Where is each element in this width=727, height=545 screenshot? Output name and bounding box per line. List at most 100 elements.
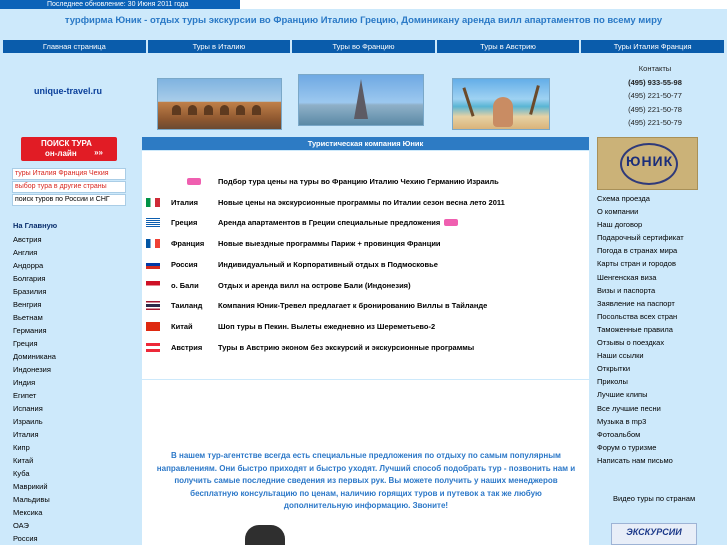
country-link[interactable]: Россия — [13, 532, 56, 545]
video-tours-label: Видео туры по странам — [613, 494, 696, 503]
right-link[interactable]: Все лучшие песни — [597, 404, 661, 413]
offer-description[interactable]: Индивидуальный и Корпоративный отдых в П… — [218, 258, 438, 272]
country-link[interactable]: Англия — [13, 246, 56, 259]
offer-row[interactable]: Греция Аренда апартаментов в Греции специ… — [142, 216, 589, 230]
right-link[interactable]: Наш договор — [597, 220, 642, 229]
country-link[interactable]: ОАЭ — [13, 519, 56, 532]
right-link[interactable]: Приколы — [597, 377, 628, 386]
country-link[interactable]: Мексика — [13, 506, 56, 519]
country-link[interactable]: Кипр — [13, 441, 56, 454]
double-arrow-icon: »» — [94, 148, 103, 157]
left-link-other-countries[interactable]: выбор тура в другие страны — [12, 181, 126, 193]
right-link[interactable]: Подарочный сертификат — [597, 233, 684, 242]
right-link[interactable]: О компании — [597, 207, 638, 216]
country-link[interactable]: Китай — [13, 454, 56, 467]
country-link[interactable]: Италия — [13, 428, 56, 441]
offer-country: Италия — [171, 198, 198, 207]
offer-row[interactable]: Россия Индивидуальный и Корпоративный отд… — [142, 258, 589, 272]
country-link[interactable]: Болгария — [13, 272, 56, 285]
home-link[interactable]: На Главную — [13, 221, 57, 230]
country-link[interactable]: Андорра — [13, 259, 56, 272]
offer-description[interactable]: Новые выездные программы Париж + провинц… — [218, 237, 441, 251]
beach-photo — [452, 78, 550, 130]
country-link[interactable]: Бразилия — [13, 285, 56, 298]
country-link[interactable]: Куба — [13, 467, 56, 480]
offer-row[interactable]: о. Бали Отдых и аренда вилл на острове Ба… — [142, 279, 589, 293]
right-link[interactable]: Форум о туризме — [597, 443, 656, 452]
right-link[interactable]: Открытки — [597, 364, 630, 373]
site-name[interactable]: unique-travel.ru — [34, 86, 102, 96]
country-link[interactable]: Германия — [13, 324, 56, 337]
offer-row[interactable]: Франция Новые выездные программы Париж + … — [142, 237, 589, 251]
right-link[interactable]: Таможенные правила — [597, 325, 673, 334]
offer-country: Таиланд — [171, 301, 203, 310]
offer-row[interactable]: Китай Шоп туры в Пекин. Вылеты ежедневно … — [142, 320, 589, 334]
main-nav: Главная страница Туры в Италию Туры во Ф… — [0, 40, 727, 53]
country-link[interactable]: Вьетнам — [13, 311, 56, 324]
right-link[interactable]: Схема проезда — [597, 194, 650, 203]
offer-description[interactable]: Новые цены на экскурсионные программы по… — [218, 196, 505, 210]
country-link[interactable]: Греция — [13, 337, 56, 350]
country-link[interactable]: Мальдивы — [13, 493, 56, 506]
offer-row[interactable]: Австрия Туры в Австрию эконом без экскурс… — [142, 341, 589, 355]
right-link[interactable]: Заявление на паспорт — [597, 299, 675, 308]
country-list: Австрия Англия Андорра Болгария Бразилия Венг… — [13, 233, 56, 545]
telephone-icon — [245, 525, 285, 545]
company-logo[interactable]: ЮНИК — [597, 137, 698, 190]
country-link[interactable]: Австрия — [13, 233, 56, 246]
country-link[interactable]: Испания — [13, 402, 56, 415]
right-link[interactable]: Отзывы о поездках — [597, 338, 664, 347]
offer-row[interactable]: Подбор тура цены на туры во Францию Итал… — [142, 175, 589, 189]
intro-text: В нашем тур-агентстве всегда есть специа… — [156, 451, 576, 510]
phone-1: (495) 933-55-98 — [628, 77, 682, 87]
excursions-banner[interactable]: ЭКСКУРСИИ — [611, 523, 697, 545]
phone-2: (495) 221-50-77 — [628, 91, 682, 100]
search-tour-line2: он-лайн — [45, 149, 77, 158]
right-link[interactable]: Визы и паспорта — [597, 286, 655, 295]
country-link[interactable]: Индия — [13, 376, 56, 389]
offer-description[interactable]: Шоп туры в Пекин. Вылеты ежедневно из Ше… — [218, 320, 435, 334]
offers-panel: Подбор тура цены на туры во Францию Итал… — [142, 151, 589, 379]
country-link[interactable]: Египет — [13, 389, 56, 402]
offer-description[interactable]: Компания Юник-Тревел предлагает к бронир… — [218, 299, 487, 313]
russia-flag-icon — [146, 260, 160, 269]
page-headline: турфирма Юник - отдых туры экскурсии во … — [0, 9, 727, 40]
nav-france[interactable]: Туры во Францию — [292, 40, 435, 53]
right-link[interactable]: Шенгенская виза — [597, 273, 656, 282]
left-link-italy-france-czech[interactable]: туры Италия Франция Чехия — [12, 168, 126, 180]
offer-row[interactable]: Италия Новые цены на экскурсионные програ… — [142, 196, 589, 210]
eiffel-tower-photo — [298, 74, 424, 126]
nav-austria[interactable]: Туры в Австрию — [436, 40, 580, 53]
contacts-title: Контакты — [638, 64, 672, 73]
france-flag-icon — [146, 239, 160, 248]
nav-home[interactable]: Главная страница — [3, 40, 146, 53]
right-link[interactable]: Написать нам письмо — [597, 456, 673, 465]
right-link[interactable]: Лучшие клипы — [597, 390, 648, 399]
nav-italy-france[interactable]: Туры Италия Франция — [581, 40, 724, 53]
left-link-russia-cis[interactable]: поиск туров по России и СНГ — [12, 194, 126, 206]
offer-row[interactable]: Таиланд Компания Юник-Тревел предлагает к… — [142, 299, 589, 313]
offer-description[interactable]: Туры в Австрию эконом без экскурсий и эк… — [218, 341, 474, 355]
right-link[interactable]: Наши ссылки — [597, 351, 644, 360]
right-link[interactable]: Музыка в mp3 — [597, 417, 646, 426]
offer-country: Греция — [171, 218, 198, 227]
country-link[interactable]: Израиль — [13, 415, 56, 428]
right-link[interactable]: Посольства всех стран — [597, 312, 677, 321]
country-link[interactable]: Венгрия — [13, 298, 56, 311]
offer-description[interactable]: Аренда апартаментов в Греции специальные… — [218, 216, 440, 230]
nav-italy[interactable]: Туры в Италию — [147, 40, 291, 53]
country-link[interactable]: Доминикана — [13, 350, 56, 363]
right-link[interactable]: Фотоальбом — [597, 430, 640, 439]
country-link[interactable]: Индонезия — [13, 363, 56, 376]
thailand-flag-icon — [146, 301, 160, 310]
right-link[interactable]: Погода в странах мира — [597, 246, 677, 255]
offer-country: Россия — [171, 260, 198, 269]
excursions-label: ЭКСКУРСИИ — [626, 527, 682, 537]
country-link[interactable]: Маврикий — [13, 480, 56, 493]
search-tour-button[interactable]: ПОИСК ТУРА он-лайн »» — [21, 137, 117, 161]
offer-description[interactable]: Отдых и аренда вилл на острове Бали (Инд… — [218, 279, 411, 293]
right-link[interactable]: Карты стран и городов — [597, 259, 676, 268]
offer-description[interactable]: Подбор тура цены на туры во Францию Итал… — [218, 175, 499, 189]
company-box-title: Туристическая компания Юник — [142, 137, 589, 150]
colosseum-photo — [157, 78, 282, 130]
